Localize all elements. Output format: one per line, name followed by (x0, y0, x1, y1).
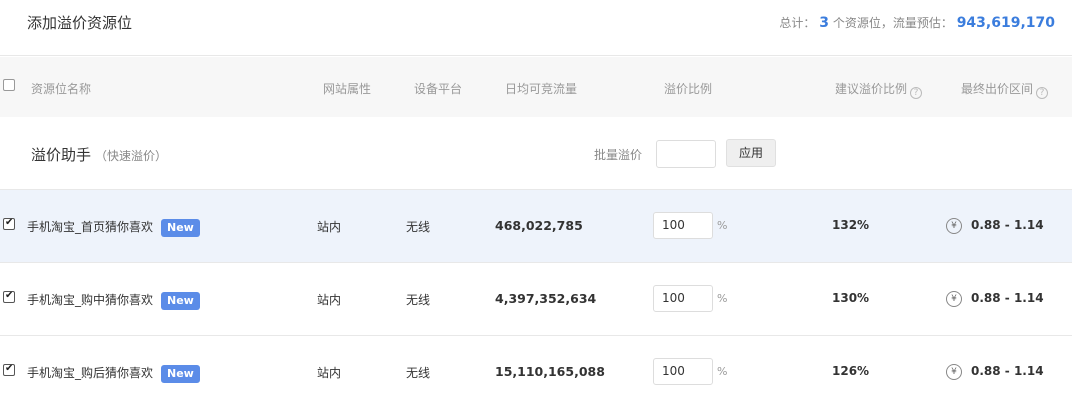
col-final-range: 最终出价区间? (961, 80, 1049, 99)
col-final-range-label: 最终出价区间 (961, 82, 1034, 96)
new-badge: New (161, 292, 200, 310)
device-platform: 无线 (406, 366, 431, 380)
new-badge: New (161, 365, 200, 383)
percent-sign: % (717, 219, 728, 232)
yen-icon: ¥ (946, 291, 962, 307)
col-premium-ratio: 溢价比例 (664, 82, 713, 96)
resource-name-text: 手机淘宝_首页猜你喜欢 (27, 220, 154, 234)
table-header: 资源位名称 网站属性 设备平台 日均可竞流量 溢价比例 建议溢价比例? 最终出价… (0, 57, 1072, 117)
table-row: 手机淘宝_购后猜你喜欢New 站内 无线 15,110,165,088 100 … (0, 335, 1072, 394)
col-suggested-ratio-label: 建议溢价比例 (835, 82, 908, 96)
col-daily-traffic: 日均可竞流量 (505, 82, 578, 96)
resource-name-text: 手机淘宝_购后猜你喜欢 (27, 366, 154, 380)
suggested-ratio: 126% (832, 364, 870, 378)
device-platform: 无线 (406, 220, 431, 234)
yen-icon: ¥ (946, 218, 962, 234)
row-checkbox[interactable] (3, 363, 15, 376)
daily-traffic: 468,022,785 (495, 218, 583, 233)
yen-icon: ¥ (946, 364, 962, 380)
site-attr: 站内 (317, 220, 342, 234)
table-row: 手机淘宝_首页猜你喜欢 New 站内 无线 468,022,785 100 % 1… (0, 189, 1072, 262)
resource-count: 3 (819, 15, 830, 31)
premium-assistant: 溢价助手 （快速溢价） 批量溢价 应用 (0, 117, 1072, 189)
final-price-range: 0.88 - 1.14 (971, 218, 1044, 232)
help-icon[interactable]: ? (1036, 87, 1049, 99)
assistant-title-text: 溢价助手 (31, 146, 92, 164)
select-all-checkbox[interactable] (3, 79, 15, 91)
premium-ratio-input[interactable]: 100 (653, 285, 713, 312)
summary-middle: 个资源位，流量预估： (832, 16, 953, 30)
resource-name-text: 手机淘宝_购中猜你喜欢 (27, 293, 154, 307)
col-suggested-ratio: 建议溢价比例? (835, 80, 923, 99)
daily-traffic: 4,397,352,634 (495, 291, 597, 306)
premium-ratio-input[interactable]: 100 (653, 212, 713, 239)
suggested-ratio: 132% (832, 218, 870, 232)
new-badge: New (161, 219, 200, 237)
assistant-title: 溢价助手 （快速溢价） (31, 144, 167, 165)
col-platform: 设备平台 (414, 82, 463, 96)
resource-name: 手机淘宝_购中猜你喜欢 New (27, 291, 200, 310)
header: 添加溢价资源位 总计： 3 个资源位，流量预估： 943,619,170 (0, 0, 1072, 56)
resource-name: 手机淘宝_购后猜你喜欢 New (27, 364, 200, 383)
row-checkbox[interactable] (3, 290, 15, 303)
summary-prefix: 总计： (779, 16, 816, 30)
apply-button[interactable]: 应用 (726, 139, 776, 167)
suggested-ratio: 130% (832, 291, 870, 305)
table-row: 手机淘宝_购中猜你喜欢 New 站内 无线 4,397,352,634 100 %… (0, 262, 1072, 335)
batch-premium-input[interactable] (656, 140, 716, 168)
final-price-range: 0.88 - 1.14 (971, 291, 1044, 305)
device-platform: 无线 (406, 293, 431, 307)
resource-name: 手机淘宝_首页猜你喜欢 New (27, 218, 200, 237)
site-attr: 站内 (317, 366, 342, 380)
summary: 总计： 3 个资源位，流量预估： 943,619,170 (779, 14, 1055, 31)
percent-sign: % (717, 292, 728, 305)
row-checkbox[interactable] (3, 217, 15, 230)
help-icon[interactable]: ? (910, 87, 923, 99)
daily-traffic: 15,110,165,088 (495, 364, 605, 379)
batch-premium-label: 批量溢价 (594, 148, 643, 162)
page-title: 添加溢价资源位 (27, 14, 133, 32)
final-price-range: 0.88 - 1.14 (971, 364, 1044, 378)
traffic-total: 943,619,170 (956, 15, 1055, 31)
col-name: 资源位名称 (31, 82, 92, 96)
site-attr: 站内 (317, 293, 342, 307)
premium-ratio-input[interactable]: 100 (653, 358, 713, 385)
col-site: 网站属性 (323, 82, 372, 96)
assistant-subtitle: （快速溢价） (95, 149, 168, 163)
percent-sign: % (717, 365, 728, 378)
